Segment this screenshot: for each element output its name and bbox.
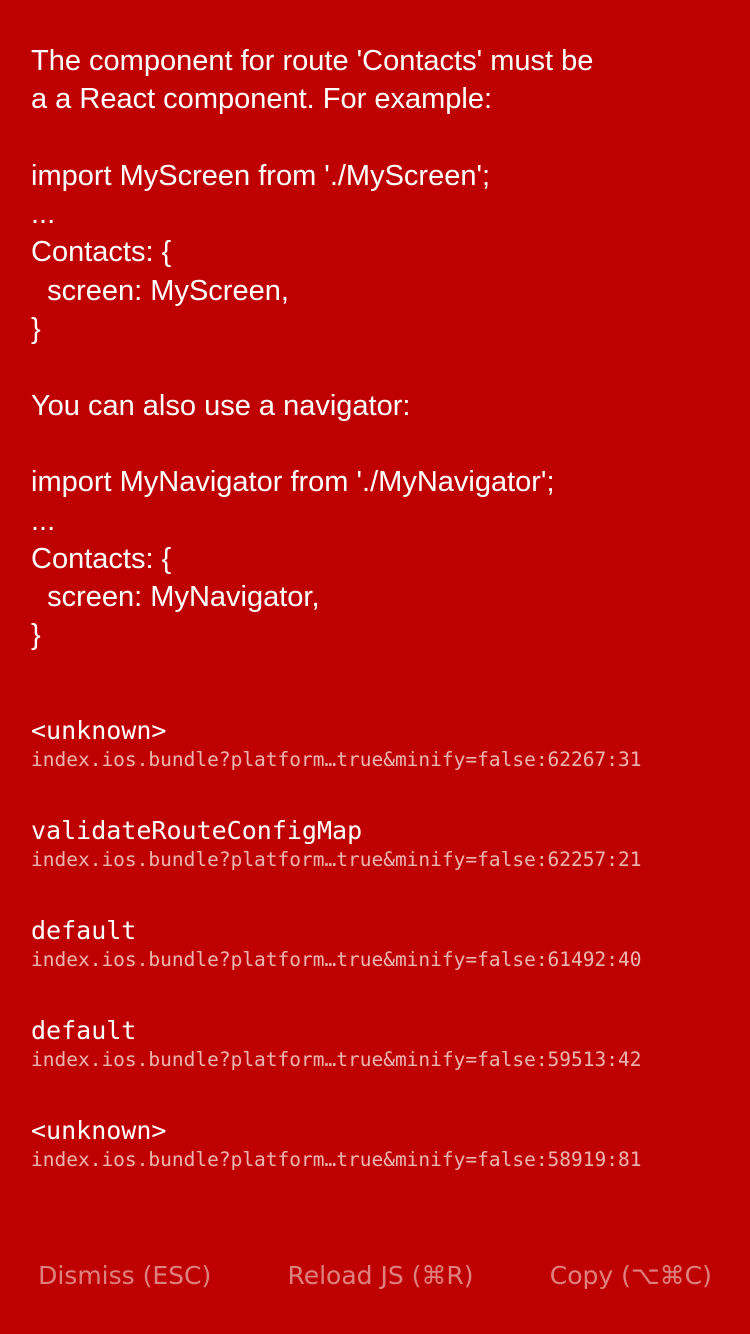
stack-frame-method: default xyxy=(31,1016,137,1045)
stack-frame[interactable]: <unknown> index.ios.bundle?platform…true… xyxy=(31,714,731,814)
stack-frame[interactable]: default index.ios.bundle?platform…true&m… xyxy=(31,1014,731,1114)
stack-frame-method: validateRouteConfigMap xyxy=(31,816,363,845)
stack-frame[interactable]: validateRouteConfigMap index.ios.bundle?… xyxy=(31,814,731,914)
stack-trace: <unknown> index.ios.bundle?platform…true… xyxy=(31,714,731,1214)
error-message: The component for route 'Contacts' must … xyxy=(31,45,594,652)
stack-frame-method: <unknown> xyxy=(31,1116,167,1145)
action-bar: Dismiss (ESC) Reload JS (⌘R) Copy (⌥⌘C) xyxy=(0,1250,750,1300)
stack-frame-location: index.ios.bundle?platform…true&minify=fa… xyxy=(31,848,642,871)
stack-frame-location: index.ios.bundle?platform…true&minify=fa… xyxy=(31,1048,642,1071)
stack-frame-method: default xyxy=(31,916,137,945)
stack-frame-location: index.ios.bundle?platform…true&minify=fa… xyxy=(31,1148,642,1171)
stack-frame[interactable]: <unknown> index.ios.bundle?platform…true… xyxy=(31,1114,731,1214)
reload-js-button[interactable]: Reload JS (⌘R) xyxy=(287,1261,473,1290)
stack-frame-location: index.ios.bundle?platform…true&minify=fa… xyxy=(31,748,642,771)
copy-button[interactable]: Copy (⌥⌘C) xyxy=(550,1261,712,1290)
stack-frame-method: <unknown> xyxy=(31,716,167,745)
stack-frame[interactable]: default index.ios.bundle?platform…true&m… xyxy=(31,914,731,1014)
dismiss-button[interactable]: Dismiss (ESC) xyxy=(38,1261,211,1290)
stack-frame-location: index.ios.bundle?platform…true&minify=fa… xyxy=(31,948,642,971)
